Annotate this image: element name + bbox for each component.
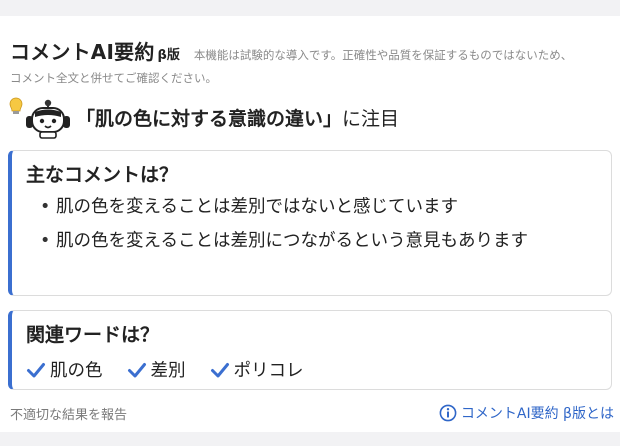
check-icon (210, 362, 229, 377)
robot-mascot-icon (9, 97, 70, 139)
bottom-divider-strip (0, 432, 620, 446)
summary-header: コメントAI要約 β版 本機能は試験的な導入です。正確性や品質を保証するものではない… (10, 36, 610, 89)
disclaimer-text-1: 本機能は試験的な導入です。正確性や品質を保証するものではないため、 (193, 48, 573, 62)
header-line-1: コメントAI要約 β版 本機能は試験的な導入です。正確性や品質を保証するものではない… (10, 36, 610, 66)
summary-headline: 「肌の色に対する意識の違い」に注目 (8, 94, 612, 140)
lightbulb-icon (9, 97, 23, 114)
check-icon (127, 362, 146, 377)
related-word-label: 肌の色 (50, 361, 103, 381)
report-link[interactable]: 不適切な結果を報告 (10, 404, 127, 423)
main-comments-list: 肌の色を変えることは差別ではないと感じています 肌の色を変えることは差別につなが… (26, 193, 595, 255)
main-comments-card: 主なコメントは？ 肌の色を変えることは差別ではないと感じています 肌の色を変える… (8, 150, 612, 296)
main-comments-title: 主なコメントは？ (26, 164, 179, 186)
related-words-title: 関連ワードは？ (26, 324, 160, 346)
related-words-list: 肌の色 差別 ポリコレ (26, 357, 595, 382)
related-word-label: 差別 (150, 361, 186, 381)
feature-title: コメントAI要約 (10, 40, 155, 64)
related-words-card: 関連ワードは？ 肌の色 差別 ポリコレ (8, 310, 612, 390)
check-icon (27, 362, 45, 377)
related-word-label: ポリコレ (233, 361, 304, 381)
headline-text: 「肌の色に対する意識の違い」に注目 (76, 104, 399, 131)
disclaimer-text-2: コメント全文と併せてご確認ください。 (10, 71, 217, 85)
about-link-label: コメントAI要約 β版とは (460, 406, 614, 422)
list-item: 肌の色を変えることは差別ではないと感じています (26, 193, 595, 221)
related-word-tag: 肌の色 (26, 357, 103, 382)
beta-label: β版 (157, 48, 180, 63)
top-divider-strip (0, 0, 620, 16)
about-link[interactable]: コメントAI要約 β版とは (439, 403, 614, 423)
related-word-tag: ポリコレ (210, 357, 304, 382)
headline-suffix: に注目 (342, 107, 400, 130)
list-item: 肌の色を変えることは差別につながるという意見もあります (26, 227, 595, 255)
related-word-tag: 差別 (127, 357, 186, 382)
info-icon (439, 404, 457, 422)
headline-quote: 「肌の色に対する意識の違い」 (76, 107, 343, 130)
